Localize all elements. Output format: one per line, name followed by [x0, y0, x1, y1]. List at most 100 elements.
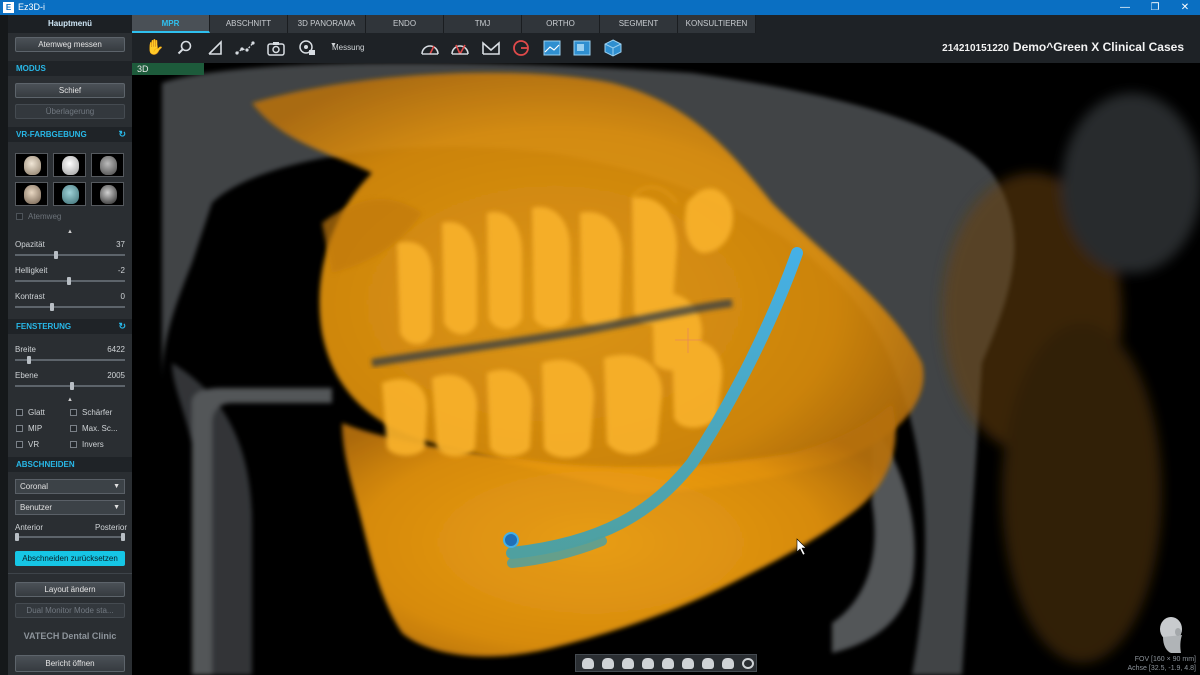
fov-readout: FOV [160 × 90 mm] Achse [32.5, -1.9, 4.8…	[1128, 655, 1197, 673]
video-icon[interactable]	[296, 37, 318, 59]
clip-plane-select[interactable]: Coronal ▼	[15, 479, 125, 494]
left-edge-strip	[0, 15, 8, 675]
airway-checkbox[interactable]	[16, 213, 23, 220]
tab-mpr[interactable]: MPR	[132, 15, 210, 33]
view-label: 3D	[132, 63, 204, 75]
airway-checkbox-label: Atemweg	[28, 212, 62, 221]
toolbar: ✋ ▼ Messung 214210151220 Demo^Green X Cl…	[132, 33, 1200, 63]
ruler-icon[interactable]	[480, 37, 502, 59]
head-view-icon[interactable]	[722, 658, 734, 669]
skull-preset-4[interactable]	[15, 182, 48, 206]
mip-checkbox[interactable]	[16, 425, 23, 432]
smooth-checkbox[interactable]	[16, 409, 23, 416]
tab-endo[interactable]: ENDO	[366, 15, 444, 33]
refresh-icon[interactable]: ↻	[118, 127, 126, 142]
skull-preset-1[interactable]	[15, 153, 48, 177]
reset-clipping-button[interactable]: Abschneiden zurücksetzen	[15, 551, 125, 566]
skull-preset-6[interactable]	[91, 182, 124, 206]
vr-checkbox[interactable]	[16, 441, 23, 448]
app-window: E Ez3D-i — ❐ ✕ Hauptmenü Atemweg messen …	[0, 0, 1200, 675]
caret-up-icon[interactable]: ▲	[67, 397, 73, 403]
airway-icon-1[interactable]	[419, 37, 441, 59]
anterior-label: Anterior	[15, 523, 44, 532]
app-icon: E	[3, 2, 14, 13]
level-value: 2005	[107, 371, 125, 380]
maximize-button[interactable]: ❐	[1140, 0, 1170, 15]
contrast-slider-knob[interactable]	[49, 303, 54, 311]
head-view-icon[interactable]	[642, 658, 654, 669]
close-button[interactable]: ✕	[1170, 0, 1200, 15]
smooth-label: Glatt	[28, 408, 45, 417]
cube-icon[interactable]	[602, 37, 624, 59]
camera-icon[interactable]	[265, 37, 287, 59]
3d-render[interactable]	[132, 63, 1200, 675]
chevron-down-icon: ▼	[113, 504, 120, 511]
hand-icon[interactable]: ✋	[144, 37, 166, 59]
head-view-icon[interactable]	[682, 658, 694, 669]
polyline-icon[interactable]	[234, 37, 256, 59]
width-slider-track[interactable]	[15, 359, 125, 361]
clip-anterior-knob[interactable]	[15, 533, 19, 541]
head-view-icon[interactable]	[702, 658, 714, 669]
change-layout-button[interactable]: Layout ändern	[15, 582, 125, 597]
opacity-label: Opazität	[15, 240, 45, 249]
measure-airway-button[interactable]: Atemweg messen	[15, 37, 125, 52]
zoom-icon[interactable]	[174, 37, 196, 59]
clip-range-track[interactable]	[16, 536, 124, 538]
max-sc-checkbox[interactable]	[70, 425, 77, 432]
3d-viewport[interactable]: 3D FOV [160 × 90 mm] Achse [32.5, -1.9, …	[132, 63, 1200, 675]
tab-ortho[interactable]: ORTHO	[522, 15, 600, 33]
level-slider-knob[interactable]	[70, 382, 75, 390]
refresh-icon[interactable]: ↻	[118, 319, 126, 334]
clip-icon[interactable]	[510, 37, 532, 59]
tab-konsultieren[interactable]: KONSULTIEREN	[678, 15, 756, 33]
oblique-button[interactable]: Schief	[15, 83, 125, 98]
tab-abschnitt[interactable]: ABSCHNITT	[210, 15, 288, 33]
invert-label: Invers	[82, 440, 104, 449]
measure-dropdown[interactable]: Messung	[332, 43, 364, 52]
vr-color-title: VR-FARBGEBUNG	[16, 130, 87, 139]
skull-preset-2[interactable]	[53, 153, 86, 177]
skull-preset-5[interactable]	[53, 182, 86, 206]
head-orientation-icon[interactable]	[1156, 615, 1186, 653]
fov-text: FOV [160 × 90 mm]	[1134, 656, 1196, 663]
image-icon-2[interactable]	[571, 37, 593, 59]
title-bar: E Ez3D-i — ❐ ✕	[0, 0, 1200, 15]
overlay-button[interactable]: Überlagerung	[15, 104, 125, 119]
head-view-icon[interactable]	[602, 658, 614, 669]
chevron-down-icon: ▼	[113, 483, 120, 490]
opacity-slider-track[interactable]	[15, 254, 125, 256]
brightness-slider-knob[interactable]	[66, 277, 71, 285]
head-view-icon[interactable]	[582, 658, 594, 669]
clip-mode-select[interactable]: Benutzer ▼	[15, 500, 125, 515]
head-view-icon[interactable]	[662, 658, 674, 669]
skull-icon	[62, 156, 79, 175]
opacity-slider-knob[interactable]	[54, 251, 59, 259]
contrast-label: Kontrast	[15, 292, 45, 301]
angle-icon[interactable]	[204, 37, 226, 59]
skull-icon	[100, 185, 117, 204]
main-menu-header[interactable]: Hauptmenü	[8, 15, 132, 33]
dual-monitor-button[interactable]: Dual Monitor Mode sta...	[15, 603, 125, 618]
tab-segment[interactable]: SEGMENT	[600, 15, 678, 33]
skull-preset-3[interactable]	[91, 153, 124, 177]
open-report-button[interactable]: Bericht öffnen	[15, 655, 125, 672]
tab-bar: MPR ABSCHNITT 3D PANORAMA ENDO TMJ ORTHO SEGME…	[132, 15, 1200, 33]
caret-up-icon[interactable]: ▲	[67, 229, 73, 235]
airway-icon-2[interactable]	[449, 37, 471, 59]
head-view-icon[interactable]	[622, 658, 634, 669]
sharper-checkbox[interactable]	[70, 409, 77, 416]
contrast-slider-track[interactable]	[15, 306, 125, 308]
image-icon-1[interactable]	[541, 37, 563, 59]
width-label: Breite	[15, 345, 36, 354]
minimize-button[interactable]: —	[1110, 0, 1140, 15]
clip-posterior-knob[interactable]	[121, 533, 125, 541]
tab-tmj[interactable]: TMJ	[444, 15, 522, 33]
mip-label: MIP	[28, 424, 43, 433]
invert-checkbox[interactable]	[70, 441, 77, 448]
rotate-icon[interactable]	[742, 658, 754, 669]
clinic-name: VATECH Dental Clinic	[23, 631, 117, 641]
contrast-value: 0	[120, 292, 125, 301]
width-slider-knob[interactable]	[26, 356, 31, 364]
tab-3d-panorama[interactable]: 3D PANORAMA	[288, 15, 366, 33]
